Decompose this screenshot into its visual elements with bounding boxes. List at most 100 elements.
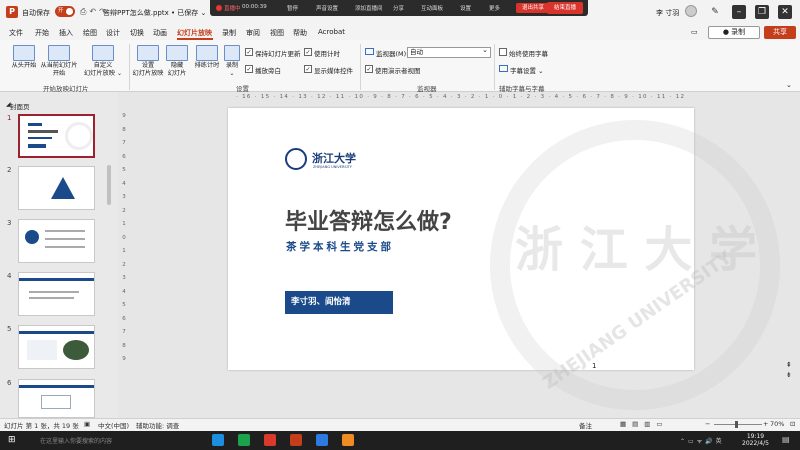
- scroll-arrows-icon[interactable]: ⇞ ⇟: [786, 360, 792, 380]
- media-controls-checkbox[interactable]: ✓: [304, 65, 312, 73]
- comment-icon[interactable]: ▭: [691, 28, 698, 36]
- record-slideshow-button[interactable]: 录制 ⌄: [222, 62, 242, 78]
- system-tray-icons[interactable]: ⌃▭ᯤ🔊英: [680, 436, 725, 445]
- rec-more-button[interactable]: 更多: [489, 4, 500, 12]
- slide-thumbnail-2[interactable]: [18, 166, 95, 210]
- presenter-view-checkbox[interactable]: ✓: [365, 65, 373, 73]
- avatar[interactable]: [685, 5, 697, 17]
- presenter-names[interactable]: 李寸羽、阎怡清: [285, 291, 393, 314]
- fit-slide-icon[interactable]: ⊡: [790, 420, 795, 428]
- end-live-button[interactable]: 结束直播: [547, 2, 583, 14]
- rec-settings-button[interactable]: 设置: [460, 4, 471, 12]
- document-title[interactable]: 答辩PPT怎么做.pptx • 已保存 ⌄: [103, 8, 206, 18]
- notification-icon[interactable]: ▤: [782, 435, 790, 444]
- slide-thumbnail-4[interactable]: [18, 272, 95, 316]
- minimize-button[interactable]: –: [732, 5, 746, 19]
- slide-thumbnail-5[interactable]: [18, 325, 95, 369]
- acrobat-icon[interactable]: [264, 434, 276, 446]
- rehearse-timings-icon[interactable]: [196, 45, 218, 61]
- end-share-button[interactable]: 退出共享: [516, 3, 550, 13]
- tab-transitions[interactable]: 切换: [130, 28, 144, 38]
- close-button[interactable]: ✕: [778, 5, 792, 19]
- always-captions-checkbox[interactable]: [499, 48, 507, 56]
- system-clock[interactable]: 19:19 2022/4/5: [742, 433, 769, 447]
- play-narration-checkbox[interactable]: ✓: [245, 65, 253, 73]
- tab-record[interactable]: 录制: [222, 28, 236, 38]
- audio-settings-button[interactable]: 声音设置: [316, 4, 338, 12]
- tab-home[interactable]: 开始: [35, 28, 49, 38]
- language-label[interactable]: 中文(中国): [98, 420, 129, 430]
- edge-icon[interactable]: [212, 434, 224, 446]
- horizontal-ruler: · 16 · 15 · 14 · 13 · 12 · 11 · 10 · 9 ·…: [236, 94, 688, 100]
- autosave-toggle[interactable]: 开: [55, 6, 75, 17]
- app-icon[interactable]: [342, 434, 354, 446]
- app-icon[interactable]: [316, 434, 328, 446]
- from-beginning-icon[interactable]: [13, 45, 35, 61]
- slide-subtitle[interactable]: 茶学本科生党支部: [286, 239, 394, 254]
- university-logo-text[interactable]: 浙江大学: [312, 150, 356, 166]
- pause-button[interactable]: 暂停: [287, 4, 298, 12]
- user-name[interactable]: 李 寸羽: [656, 8, 679, 18]
- pen-icon[interactable]: ✎: [708, 5, 722, 19]
- windows-start-icon[interactable]: ⊞: [8, 435, 16, 445]
- rehearse-timings-button[interactable]: 排练计时: [191, 62, 223, 70]
- vertical-ruler: 9876543210123456789: [122, 113, 126, 362]
- thumb-diagram: [41, 395, 71, 409]
- thumbnail-number: 1: [7, 114, 12, 122]
- tab-review[interactable]: 审阅: [246, 28, 260, 38]
- slide-thumbnail-6[interactable]: [18, 379, 95, 418]
- thumb-logo: [28, 123, 42, 126]
- tab-animations[interactable]: 动画: [153, 28, 167, 38]
- tab-design[interactable]: 设计: [106, 28, 120, 38]
- custom-show-button[interactable]: 自定义 幻灯片放映 ⌄: [80, 62, 126, 78]
- share-screen-button[interactable]: 分享: [393, 4, 404, 12]
- section-label[interactable]: 封面页: [10, 101, 30, 111]
- tab-file[interactable]: 文件: [9, 28, 23, 38]
- add-room-button[interactable]: 添加直播间: [355, 4, 383, 12]
- setup-show-button[interactable]: 设置 幻灯片放映: [130, 62, 166, 78]
- powerpoint-icon[interactable]: [290, 434, 302, 446]
- tab-insert[interactable]: 插入: [59, 28, 73, 38]
- tab-slideshow[interactable]: 幻灯片放映: [177, 28, 212, 38]
- view-buttons[interactable]: ▦▤▥▭: [620, 420, 669, 428]
- slide-thumbnail-1[interactable]: [18, 114, 95, 158]
- tab-acrobat[interactable]: Acrobat: [318, 28, 345, 36]
- collapse-ribbon-icon[interactable]: ⌄: [786, 81, 792, 89]
- slide-thumbnail-3[interactable]: [18, 219, 95, 263]
- from-current-button[interactable]: 从当前幻灯片 开始: [37, 62, 81, 78]
- record-slideshow-icon[interactable]: [224, 45, 240, 61]
- tab-view[interactable]: 视图: [270, 28, 284, 38]
- notes-button[interactable]: 备注: [579, 420, 592, 430]
- interaction-panel-button[interactable]: 互动面板: [421, 4, 443, 12]
- slide-title[interactable]: 毕业答辩怎么做?: [285, 204, 452, 236]
- hide-slide-icon[interactable]: [166, 45, 188, 61]
- zoom-in-icon[interactable]: +: [763, 420, 768, 428]
- tab-draw[interactable]: 绘图: [83, 28, 97, 38]
- zoom-slider[interactable]: [735, 421, 738, 428]
- wechat-icon[interactable]: [238, 434, 250, 446]
- zoom-level[interactable]: 70%: [770, 420, 784, 428]
- caption-settings-button[interactable]: 字幕设置 ⌄: [510, 65, 544, 75]
- use-timings-label: 使用计时: [314, 50, 340, 58]
- thumb-image: [63, 340, 89, 360]
- monitor-select[interactable]: 自动: [407, 46, 491, 58]
- zoom-out-icon[interactable]: −: [705, 420, 710, 428]
- share-button[interactable]: 共享: [764, 26, 796, 39]
- taskbar-search[interactable]: 在这里输入你要搜索的内容: [40, 436, 112, 445]
- always-captions-label: 始终使用字幕: [509, 50, 548, 58]
- record-button[interactable]: ● 录制: [708, 26, 760, 39]
- tab-help[interactable]: 帮助: [293, 28, 307, 38]
- setup-show-icon[interactable]: [137, 45, 159, 61]
- custom-show-icon[interactable]: [92, 45, 114, 61]
- maximize-button[interactable]: ❐: [755, 5, 769, 19]
- spellcheck-icon[interactable]: ▣: [84, 420, 90, 428]
- panel-scrollbar[interactable]: [107, 165, 111, 205]
- use-timings-checkbox[interactable]: ✓: [304, 48, 312, 56]
- hide-slide-button[interactable]: 隐藏 幻灯片: [163, 62, 191, 78]
- accessibility-status[interactable]: 辅助功能: 调查: [136, 420, 179, 430]
- keep-updated-checkbox[interactable]: ✓: [245, 48, 253, 56]
- zoom-slider-track[interactable]: [714, 424, 762, 425]
- from-beginning-button[interactable]: 从头开始: [7, 62, 41, 70]
- university-emblem-icon[interactable]: [285, 148, 307, 170]
- from-current-icon[interactable]: [48, 45, 70, 61]
